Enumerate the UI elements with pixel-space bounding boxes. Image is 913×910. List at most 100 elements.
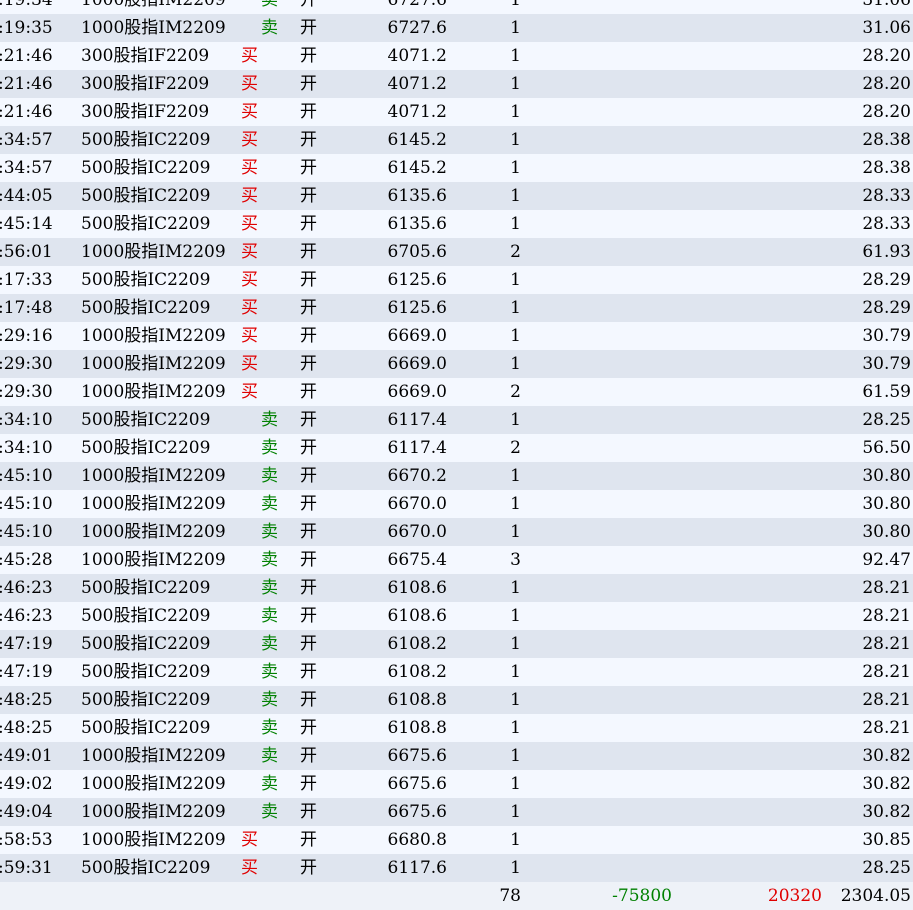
- trade-price: 6675.4: [387, 550, 447, 570]
- table-row[interactable]: :21:46 300股指IF2209 买 开 4071.2 1 28.20: [0, 42, 913, 70]
- trade-qty: 1: [510, 214, 521, 234]
- table-row[interactable]: :49:04 1000股指IM2209 卖 开 6675.6 1 30.82: [0, 798, 913, 826]
- table-row[interactable]: :48:25 500股指IC2209 卖 开 6108.8 1 28.21: [0, 714, 913, 742]
- trade-fee: [675, 826, 822, 854]
- trade-amount: 28.21: [862, 606, 911, 626]
- direction-cell: 卖: [240, 658, 300, 686]
- table-row[interactable]: :29:16 1000股指IM2209 买 开 6669.0 1 30.79: [0, 322, 913, 350]
- trade-qty: 1: [510, 130, 521, 150]
- total-pnl: -75800: [612, 886, 672, 906]
- contract-name: 1000股指IM2209: [81, 0, 226, 10]
- trade-price: 6675.6: [387, 746, 447, 766]
- trade-fee: [675, 322, 822, 350]
- trade-qty: 1: [510, 298, 521, 318]
- trade-time: :17:48: [0, 298, 53, 318]
- table-row[interactable]: :47:19 500股指IC2209 卖 开 6108.2 1 28.21: [0, 658, 913, 686]
- offset-label: 开: [300, 578, 317, 598]
- contract-name: 300股指IF2209: [81, 102, 210, 122]
- table-row[interactable]: :56:01 1000股指IM2209 买 开 6705.6 2 61.93: [0, 238, 913, 266]
- contract-name: 1000股指IM2209: [81, 326, 226, 346]
- offset-label: 开: [300, 858, 317, 878]
- table-row[interactable]: :47:19 500股指IC2209 卖 开 6108.2 1 28.21: [0, 630, 913, 658]
- trade-fee: [675, 70, 822, 98]
- trade-price: 6135.6: [387, 186, 447, 206]
- table-row[interactable]: :45:10 1000股指IM2209 卖 开 6670.2 1 30.80: [0, 462, 913, 490]
- table-row[interactable]: :19:35 1000股指IM2209 卖 开 6727.6 1 31.06: [0, 14, 913, 42]
- table-row[interactable]: :48:25 500股指IC2209 卖 开 6108.8 1 28.21: [0, 686, 913, 714]
- table-row[interactable]: :34:57 500股指IC2209 买 开 6145.2 1 28.38: [0, 154, 913, 182]
- trade-pnl: [524, 462, 672, 490]
- direction-cell: 卖: [240, 686, 300, 714]
- table-row[interactable]: :45:10 1000股指IM2209 卖 开 6670.0 1 30.80: [0, 518, 913, 546]
- table-row[interactable]: :45:28 1000股指IM2209 卖 开 6675.4 3 92.47: [0, 546, 913, 574]
- contract-name: 500股指IC2209: [81, 718, 211, 738]
- direction-label: 买: [241, 46, 258, 66]
- contract-name: 500股指IC2209: [81, 578, 211, 598]
- table-row[interactable]: :49:02 1000股指IM2209 卖 开 6675.6 1 30.82: [0, 770, 913, 798]
- table-row[interactable]: :46:23 500股指IC2209 卖 开 6108.6 1 28.21: [0, 574, 913, 602]
- direction-cell: 买: [240, 98, 300, 126]
- direction-cell: 卖: [240, 462, 300, 490]
- table-row[interactable]: :34:10 500股指IC2209 卖 开 6117.4 2 56.50: [0, 434, 913, 462]
- table-row[interactable]: :59:31 500股指IC2209 买 开 6117.6 1 28.25: [0, 854, 913, 882]
- direction-label: 卖: [261, 578, 278, 598]
- table-row[interactable]: :46:23 500股指IC2209 卖 开 6108.6 1 28.21: [0, 602, 913, 630]
- contract-name: 1000股指IM2209: [81, 18, 226, 38]
- table-row[interactable]: :19:34 1000股指IM2209 卖 开 6727.6 1 31.06: [0, 0, 913, 14]
- trade-qty: 1: [510, 0, 521, 10]
- table-row[interactable]: :44:05 500股指IC2209 买 开 6135.6 1 28.33: [0, 182, 913, 210]
- trade-price: 6117.4: [387, 410, 447, 430]
- direction-label: 买: [241, 158, 258, 178]
- trade-amount: 30.85: [862, 830, 911, 850]
- table-row[interactable]: :49:01 1000股指IM2209 卖 开 6675.6 1 30.82: [0, 742, 913, 770]
- direction-label: 卖: [261, 18, 278, 38]
- contract-name: 500股指IC2209: [81, 438, 211, 458]
- trade-pnl: [524, 266, 672, 294]
- trade-amount: 30.82: [862, 802, 911, 822]
- table-row[interactable]: :21:46 300股指IF2209 买 开 4071.2 1 28.20: [0, 98, 913, 126]
- table-row[interactable]: :29:30 1000股指IM2209 买 开 6669.0 1 30.79: [0, 350, 913, 378]
- trade-amount: 28.21: [862, 690, 911, 710]
- offset-label: 开: [300, 74, 317, 94]
- offset-label: 开: [300, 662, 317, 682]
- contract-name: 300股指IF2209: [81, 46, 210, 66]
- trade-time: :48:25: [0, 690, 53, 710]
- direction-label: 卖: [261, 690, 278, 710]
- direction-cell: 买: [240, 350, 300, 378]
- table-row[interactable]: :34:10 500股指IC2209 卖 开 6117.4 1 28.25: [0, 406, 913, 434]
- table-row[interactable]: :34:57 500股指IC2209 买 开 6145.2 1 28.38: [0, 126, 913, 154]
- trade-price: 6675.6: [387, 774, 447, 794]
- direction-cell: 买: [240, 70, 300, 98]
- trade-time: :21:46: [0, 74, 53, 94]
- trade-price: 4071.2: [387, 46, 447, 66]
- trade-amount: 31.06: [862, 0, 911, 10]
- trade-price: 6108.6: [387, 606, 447, 626]
- table-row[interactable]: :45:14 500股指IC2209 买 开 6135.6 1 28.33: [0, 210, 913, 238]
- table-row[interactable]: :29:30 1000股指IM2209 买 开 6669.0 2 61.59: [0, 378, 913, 406]
- trade-pnl: [524, 574, 672, 602]
- trade-amount: 28.29: [862, 298, 911, 318]
- trade-amount: 30.79: [862, 354, 911, 374]
- direction-cell: 卖: [240, 714, 300, 742]
- trade-qty: 1: [510, 18, 521, 38]
- table-row[interactable]: :17:48 500股指IC2209 买 开 6125.6 1 28.29: [0, 294, 913, 322]
- trade-time: :46:23: [0, 578, 53, 598]
- trade-amount: 28.33: [862, 186, 911, 206]
- trade-qty: 1: [510, 466, 521, 486]
- direction-cell: 卖: [240, 14, 300, 42]
- trade-amount: 28.20: [862, 74, 911, 94]
- table-row[interactable]: :45:10 1000股指IM2209 卖 开 6670.0 1 30.80: [0, 490, 913, 518]
- trade-time: :34:57: [0, 130, 53, 150]
- trade-amount: 61.93: [862, 242, 911, 262]
- direction-label: 卖: [261, 522, 278, 542]
- direction-cell: 卖: [240, 798, 300, 826]
- table-row[interactable]: :21:46 300股指IF2209 买 开 4071.2 1 28.20: [0, 70, 913, 98]
- direction-cell: 卖: [240, 490, 300, 518]
- table-row[interactable]: :17:33 500股指IC2209 买 开 6125.6 1 28.29: [0, 266, 913, 294]
- trade-qty: 1: [510, 46, 521, 66]
- trade-time: :49:02: [0, 774, 53, 794]
- table-row[interactable]: :58:53 1000股指IM2209 买 开 6680.8 1 30.85: [0, 826, 913, 854]
- offset-label: 开: [300, 102, 317, 122]
- trade-fee: [675, 714, 822, 742]
- trade-pnl: [524, 126, 672, 154]
